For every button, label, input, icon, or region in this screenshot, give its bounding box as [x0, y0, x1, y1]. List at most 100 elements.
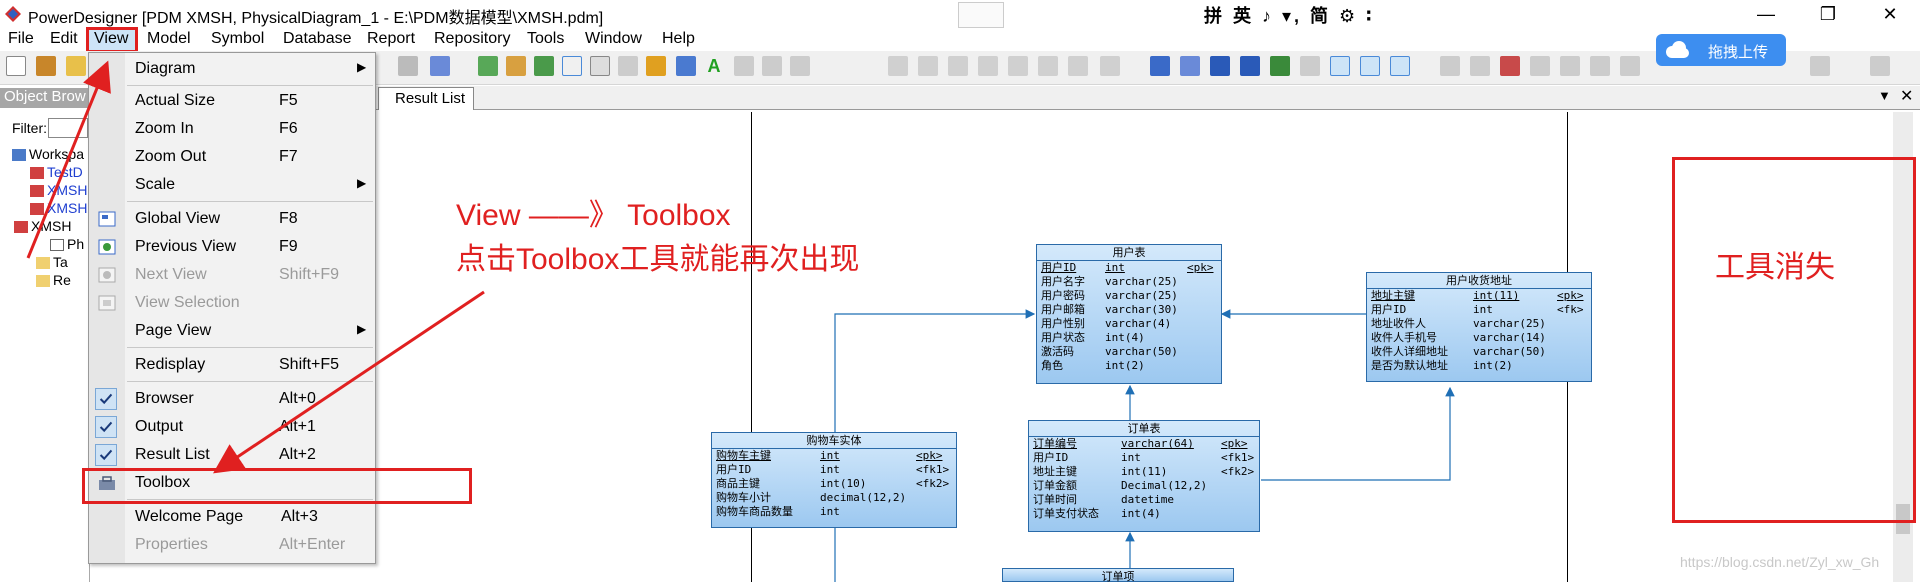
menu-tools[interactable]: Tools — [527, 30, 564, 48]
ime-toolbar[interactable]: 拼 英 ♪ ▾, 简 ⚙ ∶ — [1204, 2, 1374, 28]
dependency-tool-icon[interactable] — [1068, 56, 1088, 76]
print-preview-icon[interactable] — [1870, 56, 1890, 76]
entity-row: 用户状态 int(4) — [1041, 331, 1145, 344]
menu-file[interactable]: File — [8, 30, 34, 48]
upload-button[interactable]: 拖拽上传 — [1656, 34, 1786, 66]
menu-item-page-view[interactable]: Page View ▶ — [89, 319, 375, 343]
column-view-icon[interactable] — [1180, 56, 1200, 76]
close-button[interactable]: ✕ — [1862, 0, 1918, 28]
result-toggle-icon[interactable] — [1390, 56, 1410, 76]
check-icon — [95, 444, 117, 466]
format-icon[interactable] — [676, 56, 696, 76]
group-icon[interactable] — [1590, 56, 1610, 76]
check-model-icon[interactable] — [478, 56, 498, 76]
menu-database[interactable]: Database — [283, 30, 352, 48]
menu-item-result-list[interactable]: Result List Alt+2 — [89, 443, 375, 467]
menu-item-next-view[interactable]: Next View Shift+F9 — [89, 263, 375, 287]
menu-view[interactable]: View — [86, 27, 138, 53]
tree-node-xmsh-1[interactable]: XMSH — [30, 182, 87, 198]
pen-icon[interactable] — [646, 56, 666, 76]
undo-icon[interactable] — [762, 56, 782, 76]
package-icon[interactable] — [36, 56, 56, 76]
entity-title: 购物车实体 — [712, 433, 956, 449]
layout-icon[interactable] — [1440, 56, 1460, 76]
menu-item-properties[interactable]: Properties Alt+Enter — [89, 533, 375, 557]
zoom-icon[interactable] — [1810, 56, 1830, 76]
menu-item-scale[interactable]: Scale ▶ — [89, 173, 375, 197]
menu-report[interactable]: Report — [367, 30, 415, 48]
tab-result-list[interactable]: Result List — [378, 87, 474, 110]
menu-item-previous-view[interactable]: Previous View F9 — [89, 235, 375, 259]
menu-symbol[interactable]: Symbol — [211, 30, 264, 48]
menu-item-redisplay[interactable]: Redisplay Shift+F5 — [89, 353, 375, 377]
index-view-icon[interactable] — [1240, 56, 1260, 76]
minimize-button[interactable]: — — [1738, 0, 1794, 28]
menu-help[interactable]: Help — [662, 30, 695, 48]
tree-node-xmsh-2[interactable]: XMSH — [30, 200, 87, 216]
entity-cart-table[interactable]: 购物车实体 购物车主键 int <pk> 用户ID int <fk1> 商品主键 int(… — [711, 432, 957, 528]
tree-node-physical[interactable]: Ph — [50, 236, 84, 252]
redo-icon[interactable] — [790, 56, 810, 76]
maximize-button[interactable]: ❐ — [1800, 0, 1856, 28]
trace-tool-icon[interactable] — [1008, 56, 1028, 76]
palette-icon[interactable] — [618, 56, 638, 76]
menu-item-zoom-out[interactable]: Zoom Out F7 — [89, 145, 375, 169]
model-icon[interactable] — [430, 56, 450, 76]
entity-user-table[interactable]: 用户表 用户ID int <pk> 用户名字 varchar(25) 用户密码 varc… — [1036, 244, 1222, 384]
tree-node-xmsh-3[interactable]: XMSH — [14, 218, 71, 234]
ref-tool-icon[interactable] — [948, 56, 968, 76]
menu-item-global-view[interactable]: Global View F8 — [89, 207, 375, 231]
menu-item-diagram[interactable]: Diagram ▶ — [89, 57, 375, 81]
compare-icon[interactable] — [562, 56, 582, 76]
table-view-icon[interactable] — [1150, 56, 1170, 76]
browser-toggle-icon[interactable] — [1330, 56, 1350, 76]
open-folder-icon[interactable] — [66, 56, 86, 76]
close-panel-icon[interactable]: ✕ — [1900, 86, 1913, 106]
join-tool-icon[interactable] — [978, 56, 998, 76]
align-icon[interactable] — [734, 56, 754, 76]
copy-icon[interactable] — [590, 56, 610, 76]
update-icon[interactable] — [534, 56, 554, 76]
pointer-tool-icon[interactable] — [888, 56, 908, 76]
menu-item-browser[interactable]: Browser Alt+0 — [89, 387, 375, 411]
arrange-icon[interactable] — [1470, 56, 1490, 76]
pin-icon[interactable]: ▼ — [1878, 88, 1891, 103]
menu-model[interactable]: Model — [147, 30, 191, 48]
tree-node-workspace[interactable]: Workspa — [12, 146, 84, 162]
back-icon[interactable] — [1530, 56, 1550, 76]
list-icon[interactable] — [1300, 56, 1320, 76]
menu-separator — [127, 201, 373, 202]
menu-separator — [127, 347, 373, 348]
entity-address-table[interactable]: 用户收货地址 地址主键 int(11) <pk> 用户ID int <fk> 地址收件人… — [1366, 272, 1592, 382]
check-icon — [95, 388, 117, 410]
key-view-icon[interactable] — [1210, 56, 1230, 76]
entity-order-table[interactable]: 订单表 订单编号 varchar(64) <pk> 用户ID int <fk1> 地址主… — [1028, 420, 1260, 532]
flow-tool-icon[interactable] — [1100, 56, 1120, 76]
tree-node-tables[interactable]: Ta — [36, 254, 68, 270]
menu-window[interactable]: Window — [585, 30, 642, 48]
generate-icon[interactable] — [506, 56, 526, 76]
delete-icon[interactable] — [1500, 56, 1520, 76]
link-tool-icon[interactable] — [918, 56, 938, 76]
output-toggle-icon[interactable] — [1360, 56, 1380, 76]
text-font-icon[interactable]: A — [704, 56, 724, 76]
menu-edit[interactable]: Edit — [50, 30, 78, 48]
tree-node-references[interactable]: Re — [36, 272, 71, 288]
entity-row: 购物车商品数量 int — [716, 505, 840, 518]
entity-order-item-table[interactable]: 订单项 — [1002, 568, 1234, 582]
filter-tool-icon[interactable] — [1038, 56, 1058, 76]
report-icon[interactable] — [1270, 56, 1290, 76]
tree-node-testd[interactable]: TestD — [30, 164, 83, 180]
menu-item-zoom-in[interactable]: Zoom In F6 — [89, 117, 375, 141]
menu-separator — [127, 381, 373, 382]
forward-icon[interactable] — [1560, 56, 1580, 76]
menu-item-welcome-page[interactable]: Welcome Page Alt+3 — [89, 505, 375, 529]
filter-input[interactable] — [48, 118, 88, 138]
menu-repository[interactable]: Repository — [434, 30, 510, 48]
print-icon[interactable] — [398, 56, 418, 76]
menu-item-view-selection[interactable]: View Selection — [89, 291, 375, 315]
menu-item-actual-size[interactable]: Actual Size F5 — [89, 89, 375, 113]
new-icon[interactable] — [6, 56, 26, 76]
ungroup-icon[interactable] — [1620, 56, 1640, 76]
menu-item-output[interactable]: Output Alt+1 — [89, 415, 375, 439]
